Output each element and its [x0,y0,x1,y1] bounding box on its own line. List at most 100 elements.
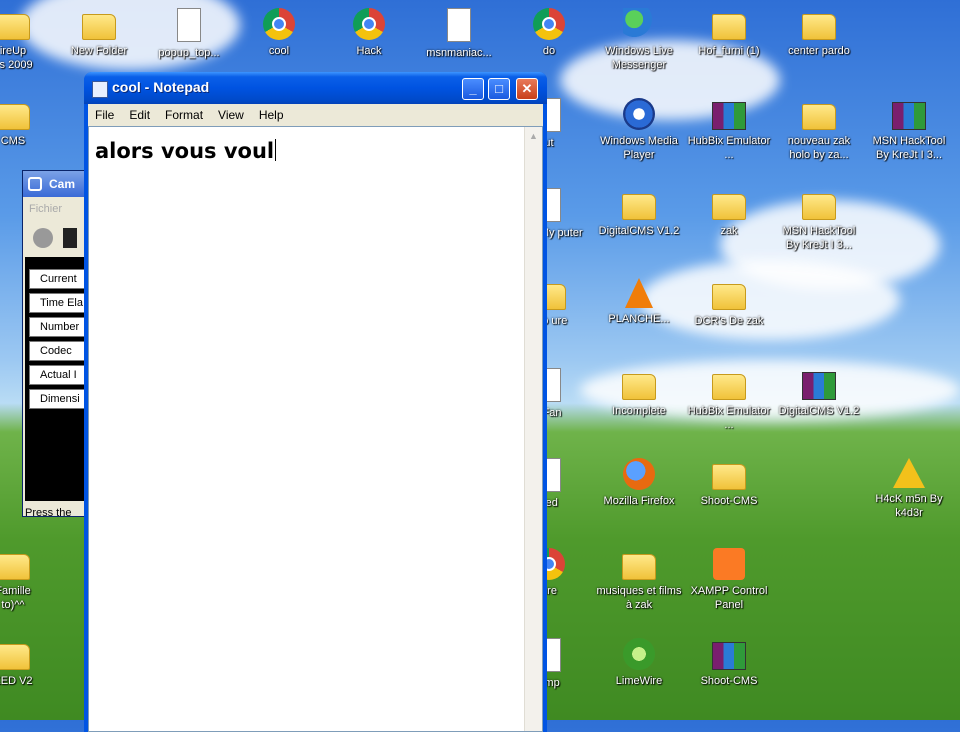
lime-icon [623,638,655,670]
rar-icon [712,102,746,130]
desktop-icon-label: Windows Live Messenger [605,45,673,71]
desktop-icon[interactable]: Hof_furni (1) [686,8,772,58]
desktop-icon-label: popup_top... [158,47,220,59]
menu-file[interactable]: File [88,108,122,122]
desktop-icon-label: PLANCHE... [608,313,670,325]
desktop-icon[interactable]: center pardo [776,8,862,58]
folder-icon [82,14,116,40]
desktop-icon[interactable]: msnmaniac... [416,8,502,60]
desktop-icon[interactable]: Familleto)^^ [0,548,56,612]
rar-icon [802,372,836,400]
desktop-icon[interactable]: do [506,8,592,58]
doc-icon [177,8,201,42]
desktop-icon-label: ireUpes 2009 [0,45,33,71]
desktop-icon[interactable]: KED V2 [0,638,56,688]
desktop-icon[interactable]: Shoot-CMS [686,638,772,688]
desktop-icon-label: LimeWire [615,675,663,687]
scroll-up-arrow-icon[interactable]: ▲ [527,129,540,143]
desktop-icon[interactable]: zak [686,188,772,238]
folder-icon [712,374,746,400]
desktop-icon-label: do [542,45,556,57]
desktop-icon[interactable]: musiques et films à zak [596,548,682,612]
text-caret [275,139,277,161]
folder-icon [712,194,746,220]
wmp-icon [623,98,655,130]
text-editor[interactable]: alors vous voul ▲ [88,126,543,732]
stat-current: Current [29,269,87,289]
msn-icon [623,8,655,40]
desktop-icon-label: XAMPP Control Panel [690,585,768,611]
desktop-icon[interactable]: Incomplete [596,368,682,418]
chrome-icon [353,8,385,40]
desktop-icon[interactable]: XAMPP Control Panel [686,548,772,612]
desktop-icon-label: HubBix Emulator ... [687,405,771,431]
menu-format[interactable]: Format [158,108,211,122]
desktop-icon[interactable]: Windows Live Messenger [596,8,682,72]
maximize-button[interactable]: □ [488,78,510,100]
desktop-icon[interactable]: HubBix Emulator ... [686,368,772,432]
stat-number: Number [29,317,87,337]
desktop-icon-label: msnmaniac... [426,47,492,59]
desktop-icon[interactable]: DigitalCMS V1.2 [596,188,682,238]
desktop-icon-label: MSN HackTool By KreJt I 3... [782,225,856,251]
stat-actual: Actual I [29,365,87,385]
desktop-icon[interactable]: MSN HackTool By KreJt I 3... [776,188,862,252]
desktop-icon[interactable]: MSN HackTool By KreJt I 3... [866,98,952,162]
notepad-titlebar[interactable]: cool - Notepad _ □ ✕ [84,72,547,104]
recorder-app-icon [28,177,42,191]
close-button[interactable]: ✕ [516,78,538,100]
folder-icon [0,554,30,580]
recorder-titlebar[interactable]: Cam [23,171,93,197]
desktop-icon-label: HubBix Emulator ... [687,135,771,161]
vertical-scrollbar[interactable]: ▲ [524,127,542,731]
desktop-icon[interactable]: H4cK m5n By k4d3r [866,458,952,520]
menu-view[interactable]: View [211,108,252,122]
desktop-icon[interactable]: cool [236,8,322,58]
desktop-icon[interactable]: Hack [326,8,412,58]
ff-icon [623,458,655,490]
recorder-menu-file[interactable]: Fichier [23,197,93,221]
desktop-icon[interactable]: Windows Media Player [596,98,682,162]
desktop-icon[interactable]: nouveau zak holo by za... [776,98,862,162]
desktop-icon-label: MSN HackTool By KreJt I 3... [872,135,946,161]
desktop-icon[interactable]: ireUpes 2009 [0,8,56,72]
vlc-icon [625,278,653,308]
desktop-icon-label: DigitalCMS V1.2 [598,225,680,237]
desktop-icon[interactable]: DigitalCMS V1.2 [776,368,862,418]
desktop-icon-label: Mozilla Firefox [603,495,675,507]
desktop-icon[interactable]: Mozilla Firefox [596,458,682,508]
folder-icon [802,104,836,130]
stat-time-elapsed: Time Ela [29,293,87,313]
editor-content: alors vous voul [95,139,275,163]
chrome-icon [533,8,565,40]
record-button-icon[interactable] [33,228,53,248]
recorder-status-text: Press the [25,507,72,519]
desktop-icon-label: center pardo [788,45,850,57]
desktop-icon-label: Windows Media Player [600,135,678,161]
desktop-icon[interactable]: New Folder [56,8,142,58]
desktop-icon[interactable]: CMS [0,98,56,148]
notepad-window[interactable]: cool - Notepad _ □ ✕ File Edit Format Vi… [84,72,547,732]
desktop-icon[interactable]: Shoot-CMS [686,458,772,508]
xampp-icon [713,548,745,580]
desktop-icon-label: DCR's De zak [694,315,764,327]
desktop-icon[interactable]: LimeWire [596,638,682,688]
stat-codec: Codec [29,341,87,361]
desktop-icon-label: zak [720,225,738,237]
desktop-icon-label: nouveau zak holo by za... [787,135,851,161]
desktop-icon-label: Incomplete [612,405,666,417]
desktop-icon-label: KED V2 [0,675,33,687]
editor-text[interactable]: alors vous voul [95,139,277,163]
desktop-icon[interactable]: popup_top... [146,8,232,60]
menu-edit[interactable]: Edit [122,108,158,122]
doc-icon [447,8,471,42]
menu-help[interactable]: Help [252,108,292,122]
stop-button-icon[interactable] [63,228,77,248]
recorder-toolbar [23,221,93,255]
folder-icon [0,104,30,130]
minimize-button[interactable]: _ [462,78,484,100]
desktop-icon[interactable]: PLANCHE... [596,278,682,326]
desktop-icon[interactable]: HubBix Emulator ... [686,98,772,162]
desktop-icon[interactable]: DCR's De zak [686,278,772,328]
recorder-stats-panel: Current Time Ela Number Codec Actual I D… [25,257,91,501]
